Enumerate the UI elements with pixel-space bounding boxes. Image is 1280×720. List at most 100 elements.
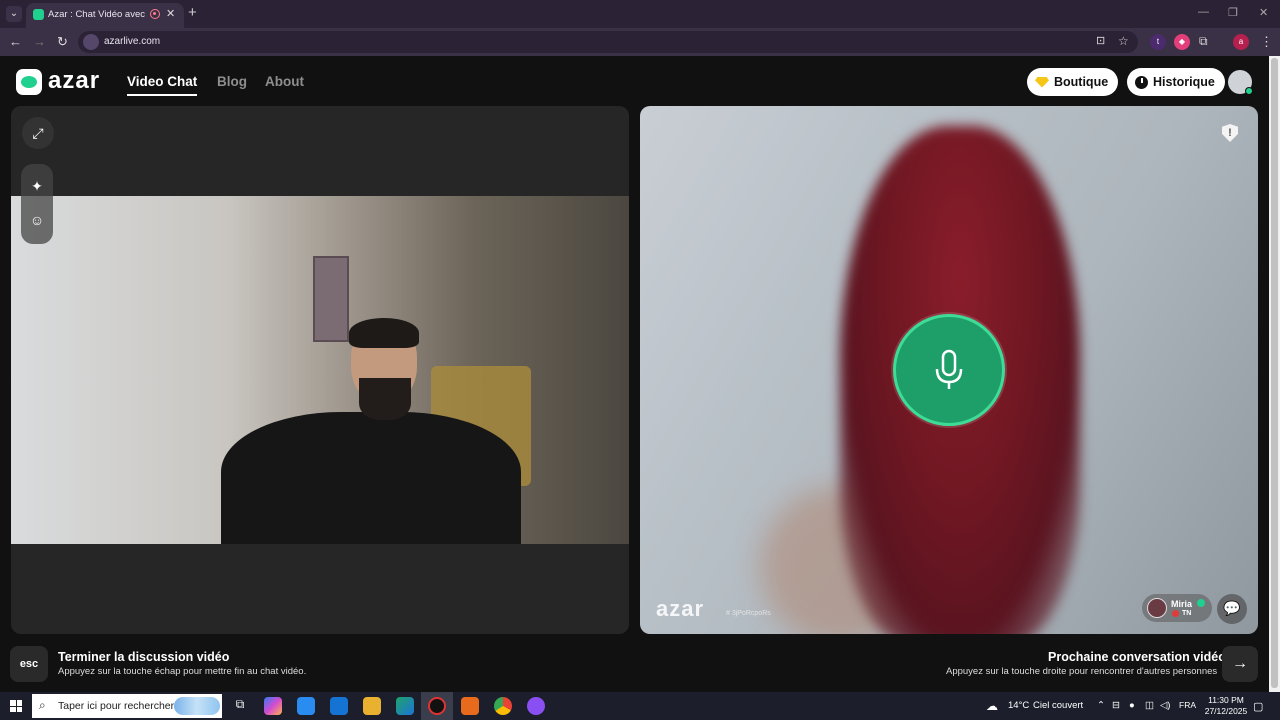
bookmark-star-icon[interactable]: ☆ [1118,34,1129,48]
volume-icon[interactable]: ◁) [1160,700,1170,711]
extension-shield-icon[interactable]: ◆ [1174,34,1190,50]
azar-favicon-icon [33,9,44,20]
taskbar-clock[interactable]: 11:30 PM 27/12/2025 [1201,695,1251,717]
forward-icon[interactable]: → [33,34,46,49]
watermark-id: # 3jPoRcpoRs [726,610,771,617]
end-chat-title: Terminer la discussion vidéo [58,650,230,664]
person-body [221,412,521,544]
address-bar[interactable]: azarlive.com [78,31,1138,53]
chrome-icon[interactable] [494,697,512,715]
search-placeholder: Taper ici pour rechercher [58,700,175,712]
browser-tab[interactable]: Azar : Chat Vidéo avec de r ✕ [26,3,184,28]
end-chat-subtitle: Appuyez sur la touche échap pour mettre … [58,666,307,677]
voice-only-mic-button[interactable] [893,314,1005,426]
nav-video-chat[interactable]: Video Chat [127,74,198,96]
historique-button[interactable]: Historique [1127,68,1225,96]
browser-tab-bar: ⌄ Azar : Chat Vidéo avec de r ✕ + — ❐ ✕ [0,0,1280,28]
browser-toolbar: ← → ↻ azarlive.com ⊡ ☆ t ◆ ⧉ a ⋮ [0,28,1280,56]
store-icon[interactable] [297,697,315,715]
network-icon[interactable]: ⊟ [1112,700,1120,711]
tray-expand-icon[interactable]: ⌃ [1097,700,1105,711]
url-text: azarlive.com [104,36,161,47]
windows-taskbar: ⌕ Taper ici pour rechercher ⧉ ☁ 14°C Cie… [0,692,1280,720]
install-app-icon[interactable]: ⊡ [1096,34,1105,47]
logo-text: azar [48,67,101,94]
scrollbar-thumb[interactable] [1271,58,1278,688]
azar-watermark: azar [656,596,705,621]
extension-t-icon[interactable]: t [1150,34,1166,50]
copilot-icon[interactable] [264,697,282,715]
task-view-icon[interactable]: ⧉ [231,697,249,715]
self-camera-feed [11,196,629,544]
effects-toolbar: ✦ ☺ [21,164,53,244]
obs-icon[interactable] [428,697,446,715]
weather-description[interactable]: Ciel couvert [1033,700,1083,711]
clock-date: 27/12/2025 [1204,706,1248,716]
recording-icon [150,9,160,19]
profile-avatar-icon[interactable]: a [1233,34,1249,50]
weather-cloud-icon[interactable]: ☁ [986,699,998,713]
person-beard [359,378,411,420]
online-status-dot [1245,87,1253,95]
extensions-puzzle-icon[interactable]: ⧉ [1199,34,1208,49]
boutique-label: Boutique [1054,75,1109,89]
partner-name: Miria [1171,599,1193,609]
minimize-icon[interactable]: — [1198,6,1209,18]
browser-menu-icon[interactable]: ⋮ [1260,34,1273,50]
nav-about[interactable]: About [265,74,304,89]
site-info-icon[interactable] [83,34,99,50]
edge-icon[interactable] [396,697,414,715]
chat-bubble-icon[interactable]: 💬 [1217,594,1247,624]
boutique-button[interactable]: Boutique [1027,68,1119,96]
app-orange-icon[interactable] [461,697,479,715]
self-video-panel: ⤢ ✦ ☺ [11,106,629,634]
nav-blog[interactable]: Blog [217,74,247,89]
azar-logo[interactable]: azar [16,67,106,95]
report-shield-icon[interactable]: ! [1222,124,1238,142]
user-avatar[interactable] [1228,70,1253,95]
tab-title: Azar : Chat Vidéo avec de r [48,9,146,20]
partner-avatar [1147,598,1167,618]
esc-key-button[interactable]: esc [10,646,48,682]
country-flag-icon [1172,610,1179,617]
face-filter-icon[interactable]: ☺ [21,204,53,236]
clock-icon [1135,75,1148,89]
new-tab-button[interactable]: + [188,4,197,21]
microphone-tray-icon[interactable]: ● [1129,700,1135,711]
back-icon[interactable]: ← [9,34,22,49]
partner-profile-chip[interactable]: Miria TN [1142,594,1212,622]
reload-icon[interactable]: ↻ [57,34,68,50]
weather-temp[interactable]: 14°C [1008,700,1029,711]
expand-icon[interactable]: ⤢ [22,117,54,149]
file-explorer-icon[interactable] [363,697,381,715]
historique-label: Historique [1153,75,1215,89]
verified-icon [1197,599,1205,607]
next-chat-subtitle: Appuyez sur la touche droite pour rencon… [946,666,1218,677]
partner-video-panel: ! azar # 3jPoRcpoRs Miria TN 💬 [640,106,1258,634]
azar-logo-icon [16,69,42,95]
person-hair [349,318,419,348]
restore-icon[interactable]: ❐ [1228,6,1238,19]
gem-icon [1035,76,1049,88]
partner-country: TN [1182,610,1192,617]
tab-search-button[interactable]: ⌄ [6,6,22,22]
chrome-profile-icon[interactable] [527,697,545,715]
language-indicator[interactable]: FRA [1179,700,1196,710]
search-highlight-image [174,697,220,715]
taskbar-search-box[interactable]: ⌕ Taper ici pour rechercher [32,694,222,718]
microphone-icon [935,349,963,389]
sparkle-effects-icon[interactable]: ✦ [21,170,53,202]
mail-icon[interactable] [330,697,348,715]
next-arrow-button[interactable]: → [1222,646,1258,682]
next-chat-title: Prochaine conversation vidéo [1048,650,1226,664]
wifi-icon[interactable]: ◫ [1145,700,1154,711]
search-icon: ⌕ [39,698,46,712]
close-window-icon[interactable]: ✕ [1259,6,1268,19]
azar-app: azar Video Chat Blog About Boutique Hist… [0,56,1269,692]
clock-time: 11:30 PM [1208,695,1244,705]
self-person [211,318,521,544]
notifications-icon[interactable]: ▢ [1253,700,1263,713]
windows-start-icon[interactable] [10,700,22,712]
page-scrollbar[interactable] [1269,56,1280,692]
tab-close-icon[interactable]: ✕ [166,7,175,20]
